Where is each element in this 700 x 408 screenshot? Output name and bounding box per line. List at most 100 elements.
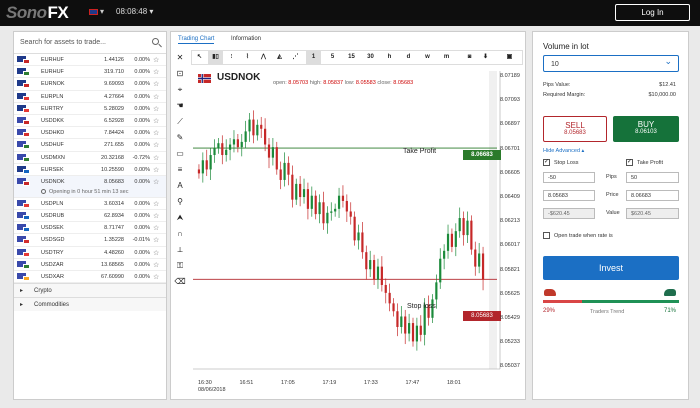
- star-icon[interactable]: ☆: [153, 224, 159, 232]
- area-icon[interactable]: ◭: [272, 51, 287, 64]
- language-flag-icon[interactable]: [89, 9, 98, 15]
- hide-advanced-link[interactable]: Hide Advanced ▴: [543, 148, 584, 154]
- stop-loss-checkbox[interactable]: [543, 158, 550, 166]
- asset-row[interactable]: USDRUB 62.8934 0.00% ☆: [14, 210, 166, 223]
- open-when-rate-checkbox[interactable]: [543, 232, 550, 239]
- star-icon[interactable]: ☆: [153, 93, 159, 101]
- volume-select[interactable]: 10: [543, 55, 679, 72]
- asset-row[interactable]: EURHUF 1.44126 0.00% ☆: [14, 54, 166, 67]
- tab-trading-chart[interactable]: Trading Chart: [178, 36, 215, 44]
- star-icon[interactable]: ☆: [153, 56, 159, 64]
- download-icon[interactable]: ⬇: [478, 51, 493, 64]
- fibonacci-icon[interactable]: ≡: [172, 162, 188, 178]
- search-input[interactable]: Search for assets to trade...: [14, 32, 166, 54]
- timeframe-30[interactable]: 30: [363, 51, 378, 64]
- close-icon[interactable]: ✕: [172, 50, 188, 66]
- cursor-icon[interactable]: ↖: [192, 51, 207, 64]
- asset-row[interactable]: USDSEK 8.71747 0.00% ☆: [14, 222, 166, 235]
- asset-row[interactable]: USDSGD 1.35228 -0.01% ☆: [14, 234, 166, 247]
- star-icon[interactable]: ☆: [153, 105, 159, 113]
- fullscreen-icon[interactable]: ▣: [502, 51, 517, 64]
- category-commodities[interactable]: Commodities: [14, 297, 166, 312]
- chart-canvas[interactable]: [191, 69, 523, 379]
- asset-row[interactable]: USDMXN 20.32168 -0.72% ☆: [14, 152, 166, 164]
- asset-row[interactable]: USDPLN 3.60314 0.00% ☆: [14, 198, 166, 211]
- zoom-icon[interactable]: ⊡: [172, 66, 188, 82]
- crosshair-icon[interactable]: ⌖: [172, 82, 188, 98]
- price-chart[interactable]: USDNOK open: 8.05703 high: 8.05837 low: …: [191, 69, 523, 393]
- category-crypto[interactable]: Crypto: [14, 283, 166, 298]
- asset-row[interactable]: EURNOK 9.69093 0.00% ☆: [14, 78, 166, 91]
- asset-row[interactable]: USDDKK 6.52928 0.00% ☆: [14, 115, 166, 128]
- measure-icon[interactable]: ⟂: [172, 242, 188, 258]
- asset-row[interactable]: USDTRY 4.48260 0.00% ☆: [14, 247, 166, 259]
- language-dropdown[interactable]: ▾: [100, 7, 104, 16]
- currency-flag-icon: [17, 153, 30, 162]
- clock[interactable]: 08:08:48 ▾: [116, 7, 153, 16]
- stop-loss-pips-input[interactable]: -50: [543, 172, 595, 183]
- sell-button[interactable]: SELL 8.05683: [543, 116, 607, 142]
- asset-row[interactable]: USDZAR 13.68565 0.00% ☆: [14, 259, 166, 271]
- asset-change: 0.00%: [134, 274, 150, 280]
- invest-button[interactable]: Invest: [543, 256, 679, 280]
- date-label: 08/06/2018: [198, 387, 226, 393]
- tab-information[interactable]: Information: [231, 36, 261, 42]
- asset-row[interactable]: USDNOK 8.05683 0.00% ☆ Opening in 0 hour 51 …: [14, 175, 166, 198]
- indicator-icon[interactable]: ⋰: [288, 51, 303, 64]
- pen-icon[interactable]: ✎: [172, 130, 188, 146]
- stop-loss-price-input[interactable]: 8.05683: [543, 190, 595, 201]
- star-icon[interactable]: ☆: [153, 212, 159, 220]
- bars-icon[interactable]: ⫶: [224, 51, 239, 64]
- rectangle-icon[interactable]: ▭: [172, 146, 188, 162]
- mountain-icon[interactable]: ⋀: [256, 51, 271, 64]
- candles-icon[interactable]: ▮▯: [208, 51, 223, 64]
- asset-row[interactable]: EURHUF 319.710 0.00% ☆: [14, 66, 166, 79]
- asset-row[interactable]: USDXAR 67.60990 0.00% ☆: [14, 271, 166, 284]
- asset-row[interactable]: USDHKD 7.84424 0.00% ☆: [14, 127, 166, 140]
- buy-button[interactable]: BUY 8.06103: [613, 116, 679, 142]
- take-profit-price-input[interactable]: 8.06683: [626, 190, 679, 201]
- take-profit-checkbox[interactable]: [626, 158, 633, 166]
- text-icon[interactable]: A: [172, 178, 188, 194]
- trash-icon[interactable]: ⌫: [172, 274, 188, 290]
- star-icon[interactable]: ☆: [153, 200, 159, 208]
- star-icon[interactable]: ☆: [153, 273, 159, 281]
- magnet-icon[interactable]: ∩: [172, 226, 188, 242]
- take-profit-pips-input[interactable]: 50: [626, 172, 679, 183]
- asset-row[interactable]: EURPLN 4.27664 0.00% ☆: [14, 91, 166, 103]
- candle-body: [213, 148, 216, 156]
- star-icon[interactable]: ☆: [153, 261, 159, 269]
- timeframe-15[interactable]: 15: [344, 51, 359, 64]
- timeframe-1[interactable]: 1: [306, 51, 321, 64]
- star-icon[interactable]: ☆: [153, 249, 159, 257]
- star-icon[interactable]: ☆: [153, 117, 159, 125]
- star-icon[interactable]: ☆: [153, 141, 159, 149]
- brush-icon[interactable]: ⚲: [172, 194, 188, 210]
- timeframe-d[interactable]: d: [401, 51, 416, 64]
- trendline-icon[interactable]: ⟋: [172, 114, 188, 130]
- timeframe-m[interactable]: m: [439, 51, 454, 64]
- login-button[interactable]: Log In: [615, 4, 690, 21]
- search-icon[interactable]: [152, 38, 159, 45]
- star-icon[interactable]: ☆: [153, 129, 159, 137]
- arrow-icon[interactable]: ⮝: [172, 210, 188, 226]
- line-icon[interactable]: ⌇: [240, 51, 255, 64]
- lock-icon[interactable]: ⚿: [172, 258, 188, 274]
- star-icon[interactable]: ☆: [153, 166, 159, 174]
- timeframe-5[interactable]: 5: [325, 51, 340, 64]
- currency-flag-icon: [17, 165, 30, 174]
- camera-icon[interactable]: ◙: [462, 51, 477, 64]
- star-icon[interactable]: ☆: [153, 236, 159, 244]
- star-icon[interactable]: ☆: [153, 154, 159, 162]
- take-profit-price-tag[interactable]: 8.06683: [463, 150, 501, 160]
- star-icon[interactable]: ☆: [153, 178, 159, 186]
- stop-loss-price-tag[interactable]: 8.05683: [463, 311, 501, 321]
- star-icon[interactable]: ☆: [153, 80, 159, 88]
- timeframe-h[interactable]: h: [382, 51, 397, 64]
- asset-row[interactable]: EURTRY 5.28029 0.00% ☆: [14, 103, 166, 115]
- star-icon[interactable]: ☆: [153, 68, 159, 76]
- pointer-icon[interactable]: ☚: [172, 98, 188, 114]
- asset-row[interactable]: EURSEK 10.25590 0.00% ☆: [14, 164, 166, 176]
- asset-row[interactable]: USDHUF 271.655 0.00% ☆: [14, 139, 166, 152]
- timeframe-w[interactable]: w: [420, 51, 435, 64]
